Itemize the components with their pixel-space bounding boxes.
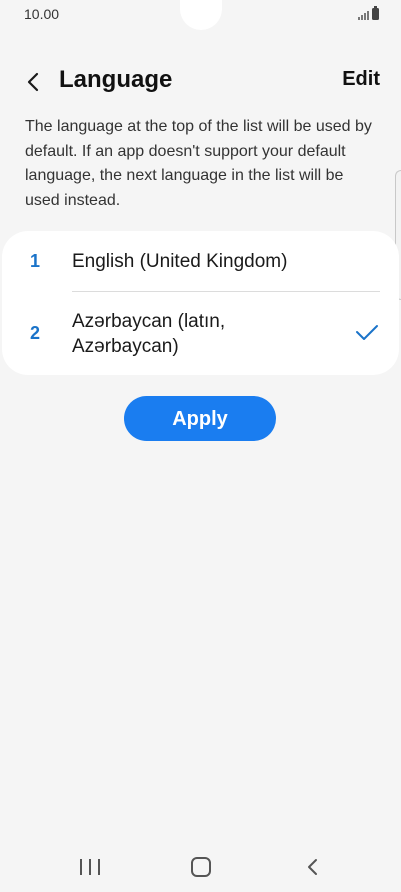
description-text: The language at the top of the list will… [25,118,372,209]
apply-button[interactable]: Apply [124,396,276,441]
signal-icon [358,10,369,20]
language-item-english[interactable]: 1 English (United Kingdom) [2,231,399,292]
language-label: English (United Kingdom) [72,251,288,272]
status-time: 10.00 [24,6,60,22]
language-priority-number: 2 [30,323,41,343]
edit-button[interactable]: Edit [342,68,380,91]
header: Language Edit [0,58,401,106]
navigation-bar [0,845,401,892]
language-list: 1 English (United Kingdom) 2 Azərbaycan … [2,231,399,375]
camera-notch [180,0,222,30]
check-icon [356,325,378,340]
back-icon[interactable] [303,856,323,878]
page-title: Language [59,66,173,93]
language-label: Azərbaycan (latın, Azərbaycan) [72,311,226,357]
back-button[interactable] [18,64,48,100]
status-bar: 10.00 [0,0,401,30]
language-item-azerbaijani[interactable]: 2 Azərbaycan (latın, Azərbaycan) [2,292,399,375]
home-icon[interactable] [191,857,211,877]
back-arrow-icon [27,72,39,92]
language-priority-number: 1 [30,251,41,271]
status-icons [358,6,379,20]
battery-icon [372,6,379,20]
recents-icon[interactable] [80,857,100,877]
